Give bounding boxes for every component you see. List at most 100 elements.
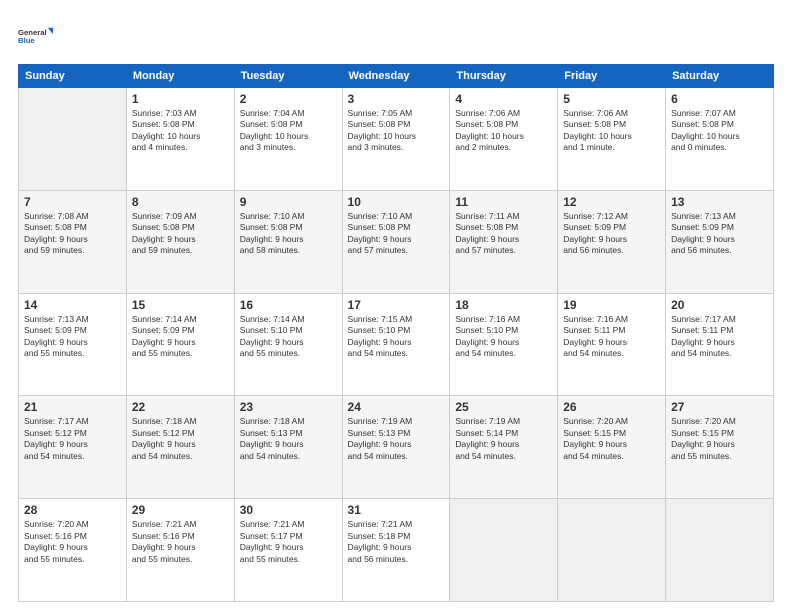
svg-text:Blue: Blue xyxy=(18,36,35,45)
day-info: Sunrise: 7:03 AM Sunset: 5:08 PM Dayligh… xyxy=(132,108,229,154)
day-number: 3 xyxy=(348,92,445,106)
calendar-cell: 19 Sunrise: 7:16 AM Sunset: 5:11 PM Dayli… xyxy=(558,293,666,396)
calendar-cell: 7 Sunrise: 7:08 AM Sunset: 5:08 PM Daylig… xyxy=(19,190,127,293)
calendar-cell: 17 Sunrise: 7:15 AM Sunset: 5:10 PM Dayli… xyxy=(342,293,450,396)
day-number: 26 xyxy=(563,400,660,414)
day-number: 2 xyxy=(240,92,337,106)
weekday-header-monday: Monday xyxy=(126,65,234,88)
calendar-cell: 4 Sunrise: 7:06 AM Sunset: 5:08 PM Daylig… xyxy=(450,88,558,191)
calendar-cell xyxy=(666,499,774,602)
day-info: Sunrise: 7:15 AM Sunset: 5:10 PM Dayligh… xyxy=(348,314,445,360)
calendar-cell: 5 Sunrise: 7:06 AM Sunset: 5:08 PM Daylig… xyxy=(558,88,666,191)
calendar-cell: 8 Sunrise: 7:09 AM Sunset: 5:08 PM Daylig… xyxy=(126,190,234,293)
day-info: Sunrise: 7:20 AM Sunset: 5:16 PM Dayligh… xyxy=(24,519,121,565)
day-number: 4 xyxy=(455,92,552,106)
calendar-cell: 13 Sunrise: 7:13 AM Sunset: 5:09 PM Dayli… xyxy=(666,190,774,293)
day-info: Sunrise: 7:12 AM Sunset: 5:09 PM Dayligh… xyxy=(563,211,660,257)
calendar-cell: 22 Sunrise: 7:18 AM Sunset: 5:12 PM Dayli… xyxy=(126,396,234,499)
calendar-cell: 6 Sunrise: 7:07 AM Sunset: 5:08 PM Daylig… xyxy=(666,88,774,191)
day-number: 1 xyxy=(132,92,229,106)
day-number: 7 xyxy=(24,195,121,209)
day-number: 27 xyxy=(671,400,768,414)
calendar-cell: 14Sunrise: 7:13 AM Sunset: 5:09 PM Dayli… xyxy=(19,293,127,396)
day-info: Sunrise: 7:11 AM Sunset: 5:08 PM Dayligh… xyxy=(455,211,552,257)
calendar-week-2: 14Sunrise: 7:13 AM Sunset: 5:09 PM Dayli… xyxy=(19,293,774,396)
day-info: Sunrise: 7:09 AM Sunset: 5:08 PM Dayligh… xyxy=(132,211,229,257)
day-info: Sunrise: 7:14 AM Sunset: 5:09 PM Dayligh… xyxy=(132,314,229,360)
day-number: 19 xyxy=(563,298,660,312)
day-number: 17 xyxy=(348,298,445,312)
day-info: Sunrise: 7:21 AM Sunset: 5:17 PM Dayligh… xyxy=(240,519,337,565)
calendar-cell: 23Sunrise: 7:18 AM Sunset: 5:13 PM Dayli… xyxy=(234,396,342,499)
day-number: 12 xyxy=(563,195,660,209)
day-number: 5 xyxy=(563,92,660,106)
calendar-week-4: 28 Sunrise: 7:20 AM Sunset: 5:16 PM Dayli… xyxy=(19,499,774,602)
day-info: Sunrise: 7:17 AM Sunset: 5:11 PM Dayligh… xyxy=(671,314,768,360)
day-number: 14 xyxy=(24,298,121,312)
day-number: 10 xyxy=(348,195,445,209)
calendar-cell: 16 Sunrise: 7:14 AM Sunset: 5:10 PM Dayli… xyxy=(234,293,342,396)
header: General Blue xyxy=(18,18,774,54)
day-number: 31 xyxy=(348,503,445,517)
day-info: Sunrise: 7:14 AM Sunset: 5:10 PM Dayligh… xyxy=(240,314,337,360)
day-info: Sunrise: 7:08 AM Sunset: 5:08 PM Dayligh… xyxy=(24,211,121,257)
day-number: 21 xyxy=(24,400,121,414)
logo: General Blue xyxy=(18,18,54,54)
weekday-header-wednesday: Wednesday xyxy=(342,65,450,88)
calendar-cell: 28 Sunrise: 7:20 AM Sunset: 5:16 PM Dayli… xyxy=(19,499,127,602)
weekday-header-saturday: Saturday xyxy=(666,65,774,88)
calendar-cell: 11 Sunrise: 7:11 AM Sunset: 5:08 PM Dayli… xyxy=(450,190,558,293)
calendar-cell xyxy=(558,499,666,602)
day-number: 6 xyxy=(671,92,768,106)
calendar-cell: 29 Sunrise: 7:21 AM Sunset: 5:16 PM Dayli… xyxy=(126,499,234,602)
day-number: 28 xyxy=(24,503,121,517)
day-info: Sunrise: 7:18 AM Sunset: 5:13 PM Dayligh… xyxy=(240,416,337,462)
calendar-cell: 27Sunrise: 7:20 AM Sunset: 5:15 PM Dayli… xyxy=(666,396,774,499)
calendar-week-3: 21Sunrise: 7:17 AM Sunset: 5:12 PM Dayli… xyxy=(19,396,774,499)
day-number: 29 xyxy=(132,503,229,517)
day-number: 9 xyxy=(240,195,337,209)
calendar-cell: 1 Sunrise: 7:03 AM Sunset: 5:08 PM Daylig… xyxy=(126,88,234,191)
calendar-cell: 25Sunrise: 7:19 AM Sunset: 5:14 PM Dayli… xyxy=(450,396,558,499)
day-number: 24 xyxy=(348,400,445,414)
day-info: Sunrise: 7:04 AM Sunset: 5:08 PM Dayligh… xyxy=(240,108,337,154)
calendar-cell: 26 Sunrise: 7:20 AM Sunset: 5:15 PM Dayli… xyxy=(558,396,666,499)
day-info: Sunrise: 7:21 AM Sunset: 5:16 PM Dayligh… xyxy=(132,519,229,565)
calendar-week-0: 1 Sunrise: 7:03 AM Sunset: 5:08 PM Daylig… xyxy=(19,88,774,191)
day-number: 18 xyxy=(455,298,552,312)
day-number: 13 xyxy=(671,195,768,209)
calendar-cell: 18 Sunrise: 7:16 AM Sunset: 5:10 PM Dayli… xyxy=(450,293,558,396)
day-info: Sunrise: 7:10 AM Sunset: 5:08 PM Dayligh… xyxy=(240,211,337,257)
day-info: Sunrise: 7:06 AM Sunset: 5:08 PM Dayligh… xyxy=(455,108,552,154)
weekday-header-tuesday: Tuesday xyxy=(234,65,342,88)
calendar-cell: 12 Sunrise: 7:12 AM Sunset: 5:09 PM Dayli… xyxy=(558,190,666,293)
day-info: Sunrise: 7:05 AM Sunset: 5:08 PM Dayligh… xyxy=(348,108,445,154)
calendar-week-1: 7 Sunrise: 7:08 AM Sunset: 5:08 PM Daylig… xyxy=(19,190,774,293)
calendar-cell: 20Sunrise: 7:17 AM Sunset: 5:11 PM Dayli… xyxy=(666,293,774,396)
calendar-cell: 2 Sunrise: 7:04 AM Sunset: 5:08 PM Daylig… xyxy=(234,88,342,191)
day-info: Sunrise: 7:16 AM Sunset: 5:10 PM Dayligh… xyxy=(455,314,552,360)
day-info: Sunrise: 7:20 AM Sunset: 5:15 PM Dayligh… xyxy=(563,416,660,462)
day-number: 22 xyxy=(132,400,229,414)
page: General Blue SundayMondayTuesdayWednesda… xyxy=(0,0,792,612)
day-number: 11 xyxy=(455,195,552,209)
day-info: Sunrise: 7:19 AM Sunset: 5:14 PM Dayligh… xyxy=(455,416,552,462)
calendar-cell: 31Sunrise: 7:21 AM Sunset: 5:18 PM Dayli… xyxy=(342,499,450,602)
day-info: Sunrise: 7:19 AM Sunset: 5:13 PM Dayligh… xyxy=(348,416,445,462)
day-info: Sunrise: 7:13 AM Sunset: 5:09 PM Dayligh… xyxy=(671,211,768,257)
day-number: 16 xyxy=(240,298,337,312)
calendar-cell: 9 Sunrise: 7:10 AM Sunset: 5:08 PM Daylig… xyxy=(234,190,342,293)
calendar-cell: 24 Sunrise: 7:19 AM Sunset: 5:13 PM Dayli… xyxy=(342,396,450,499)
weekday-header-thursday: Thursday xyxy=(450,65,558,88)
calendar-cell: 15Sunrise: 7:14 AM Sunset: 5:09 PM Dayli… xyxy=(126,293,234,396)
day-number: 8 xyxy=(132,195,229,209)
day-info: Sunrise: 7:06 AM Sunset: 5:08 PM Dayligh… xyxy=(563,108,660,154)
day-number: 30 xyxy=(240,503,337,517)
weekday-header-sunday: Sunday xyxy=(19,65,127,88)
weekday-header-row: SundayMondayTuesdayWednesdayThursdayFrid… xyxy=(19,65,774,88)
day-info: Sunrise: 7:16 AM Sunset: 5:11 PM Dayligh… xyxy=(563,314,660,360)
day-info: Sunrise: 7:10 AM Sunset: 5:08 PM Dayligh… xyxy=(348,211,445,257)
day-info: Sunrise: 7:07 AM Sunset: 5:08 PM Dayligh… xyxy=(671,108,768,154)
day-info: Sunrise: 7:18 AM Sunset: 5:12 PM Dayligh… xyxy=(132,416,229,462)
calendar-cell: 10 Sunrise: 7:10 AM Sunset: 5:08 PM Dayli… xyxy=(342,190,450,293)
